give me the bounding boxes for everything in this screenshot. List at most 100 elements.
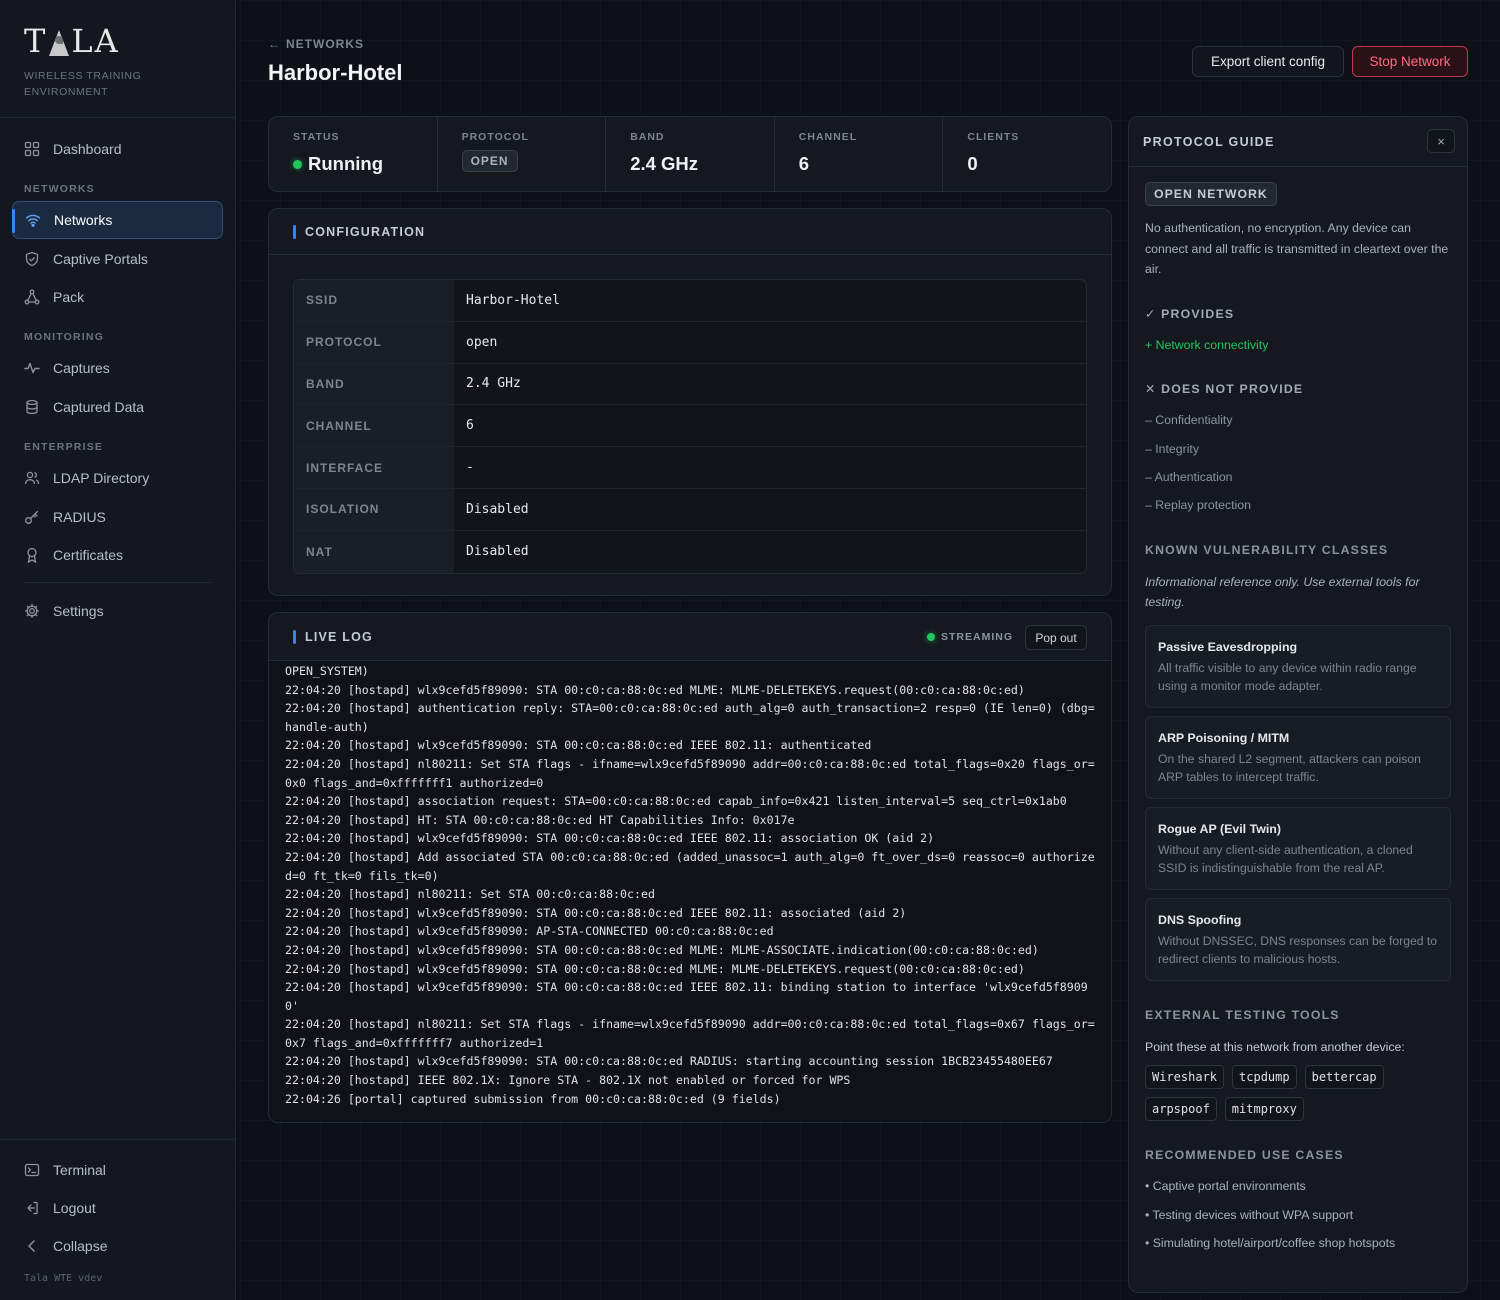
sidebar-item-label: Captured Data <box>53 399 145 415</box>
use-case-item: • Testing devices without WPA support <box>1145 1208 1354 1222</box>
activity-icon <box>24 360 40 376</box>
sidebar-item-dashboard[interactable]: Dashboard <box>12 130 223 168</box>
streaming-dot-icon <box>927 633 935 641</box>
log-line: 22:04:20 [hostapd] nl80211: Set STA flag… <box>285 756 1095 790</box>
nav-section-enterprise: ENTERPRISE <box>24 441 104 453</box>
configuration-title: CONFIGURATION <box>305 224 426 239</box>
band-value: 2.4 GHz <box>630 153 699 174</box>
not-provides-item: – Integrity <box>1145 442 1199 456</box>
stat-label: CHANNEL <box>798 131 858 143</box>
log-line: 22:04:20 [hostapd] IEEE 802.1X: Ignore S… <box>285 1073 851 1088</box>
chevron-left-icon <box>24 1238 40 1254</box>
sidebar-item-ldap-directory[interactable]: LDAP Directory <box>12 459 223 497</box>
wifi-icon <box>25 212 41 228</box>
log-line: 22:04:26 [portal] captured submission fr… <box>285 1091 781 1106</box>
sidebar-item-label: Networks <box>54 212 113 228</box>
log-line: 22:04:20 [hostapd] wlx9cefd5f89090: AP-S… <box>285 924 774 939</box>
back-to-networks-link[interactable]: ← NETWORKS <box>268 37 364 51</box>
vulnerability-heading: KNOWN VULNERABILITY CLASSES <box>1145 543 1389 557</box>
users-icon <box>24 470 40 486</box>
sidebar-item-terminal[interactable]: Terminal <box>12 1151 223 1189</box>
tool-chip: tcpdump <box>1232 1065 1297 1089</box>
sidebar-item-settings[interactable]: Settings <box>12 592 223 630</box>
tools-heading: EXTERNAL TESTING TOOLS <box>1145 1008 1340 1022</box>
config-row: SSID Harbor-Hotel <box>294 280 1086 322</box>
protocol-guide-panel: PROTOCOL GUIDE × OPEN NETWORK No authent… <box>1128 116 1468 1293</box>
vulnerability-title: Passive Eavesdropping <box>1158 640 1298 654</box>
database-icon <box>24 399 40 415</box>
log-line: 22:04:20 [hostapd] Add associated STA 00… <box>285 849 1095 883</box>
sidebar-item-captured-data[interactable]: Captured Data <box>12 388 223 426</box>
vulnerability-card: Rogue AP (Evil Twin) Without any client-… <box>1145 807 1451 890</box>
use-case-item: • Simulating hotel/airport/coffee shop h… <box>1145 1236 1396 1250</box>
sidebar: T LA WIRELESS TRAINING ENVIRONMENT Dashbo… <box>0 0 236 1300</box>
stats-bar: STATUS Running PROTOCOL OPEN BAND 2.4 GH… <box>268 116 1112 192</box>
sidebar-item-certificates[interactable]: Certificates <box>12 536 223 574</box>
sidebar-divider <box>0 1139 236 1140</box>
vulnerability-card: ARP Poisoning / MITM On the shared L2 se… <box>1145 716 1451 799</box>
use-cases-heading: RECOMMENDED USE CASES <box>1145 1148 1344 1162</box>
vulnerability-note: Informational reference only. Use extern… <box>1145 575 1420 609</box>
stat-band: BAND 2.4 GHz <box>606 117 775 191</box>
sidebar-collapse-button[interactable]: Collapse <box>12 1227 223 1265</box>
config-key: NAT <box>294 530 454 573</box>
sidebar-item-label: RADIUS <box>53 509 106 525</box>
streaming-label: STREAMING <box>941 631 1013 643</box>
not-provides-item: – Replay protection <box>1145 498 1251 512</box>
stat-status: STATUS Running <box>269 117 438 191</box>
config-key: PROTOCOL <box>294 321 454 363</box>
nav-section-monitoring: MONITORING <box>24 331 105 343</box>
pop-out-button[interactable]: Pop out <box>1025 625 1087 650</box>
log-output[interactable]: OPEN_SYSTEM) 22:04:20 [hostapd] wlx9cefd5… <box>269 661 1111 1122</box>
not-provides-heading: ✕ DOES NOT PROVIDE <box>1145 382 1304 396</box>
sidebar-item-radius[interactable]: RADIUS <box>12 498 223 536</box>
config-key: BAND <box>294 363 454 405</box>
nodes-icon <box>24 289 40 305</box>
logo: T LA WIRELESS TRAINING ENVIRONMENT <box>24 22 141 100</box>
page-title: Harbor-Hotel <box>268 60 403 85</box>
stop-network-button[interactable]: Stop Network <box>1352 46 1468 77</box>
nav-section-networks: NETWORKS <box>24 183 95 195</box>
config-value: 2.4 GHz <box>454 363 1086 405</box>
tools-note: Point these at this network from another… <box>1145 1040 1405 1054</box>
dashboard-icon <box>24 141 40 157</box>
log-line: 22:04:20 [hostapd] association request: … <box>285 794 1067 809</box>
log-line: 22:04:20 [hostapd] wlx9cefd5f89090: STA … <box>285 738 872 753</box>
section-accent <box>293 629 296 644</box>
sidebar-item-captures[interactable]: Captures <box>12 349 223 387</box>
sidebar-item-label: Captures <box>53 360 110 376</box>
config-key: ISOLATION <box>294 488 454 530</box>
log-line: OPEN_SYSTEM) <box>285 664 369 678</box>
log-line: 22:04:20 [hostapd] wlx9cefd5f89090: STA … <box>285 831 935 846</box>
stat-label: CLIENTS <box>967 131 1020 143</box>
configuration-table: SSID Harbor-Hotel PROTOCOL open BAND 2.4 GHz C… <box>293 279 1087 574</box>
config-value: Disabled <box>454 488 1086 530</box>
sidebar-item-pack[interactable]: Pack <box>12 278 223 316</box>
streaming-indicator: STREAMING <box>927 631 1013 643</box>
provides-heading: ✓ PROVIDES <box>1145 307 1235 321</box>
export-client-config-button[interactable]: Export client config <box>1192 46 1344 77</box>
sidebar-item-networks[interactable]: Networks <box>12 201 223 239</box>
close-guide-button[interactable]: × <box>1427 129 1455 153</box>
sidebar-item-captive-portals[interactable]: Captive Portals <box>12 240 223 278</box>
gear-icon <box>24 603 40 619</box>
logo-mark-icon <box>49 30 70 56</box>
config-row: ISOLATION Disabled <box>294 488 1086 531</box>
log-line: 22:04:20 [hostapd] nl80211: Set STA 00:c… <box>285 887 655 902</box>
sidebar-item-label: Pack <box>53 289 85 305</box>
stat-value: OPEN <box>461 150 606 172</box>
vulnerability-description: Without DNSSEC, DNS responses can be for… <box>1158 934 1438 966</box>
config-value: Harbor-Hotel <box>454 280 1086 321</box>
sidebar-item-label: Collapse <box>53 1238 108 1254</box>
vulnerability-card: Passive Eavesdropping All traffic visibl… <box>1145 625 1451 708</box>
vulnerability-title: Rogue AP (Evil Twin) <box>1158 822 1281 836</box>
stat-label: STATUS <box>293 131 340 143</box>
protocol-guide-title: PROTOCOL GUIDE <box>1143 134 1275 149</box>
arrow-left-icon: ← <box>268 37 281 51</box>
logo-subtitle-line2: ENVIRONMENT <box>24 86 109 98</box>
log-line: 22:04:20 [hostapd] wlx9cefd5f89090: STA … <box>285 980 1088 1013</box>
sidebar-item-label: Logout <box>53 1200 96 1216</box>
vulnerability-description: On the shared L2 segment, attackers can … <box>1158 752 1421 784</box>
sidebar-item-logout[interactable]: Logout <box>12 1189 223 1227</box>
live-log-title: LIVE LOG <box>305 629 373 644</box>
